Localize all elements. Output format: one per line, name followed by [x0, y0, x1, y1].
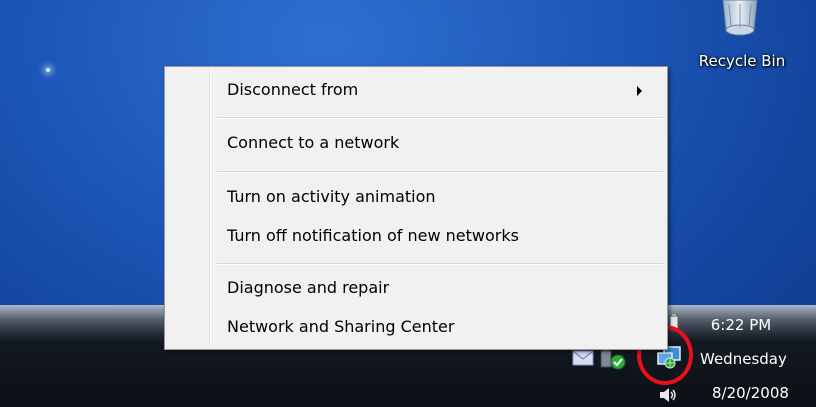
menu-separator	[217, 263, 663, 265]
menu-item-turn-on-activity-animation[interactable]: Turn on activity animation	[168, 182, 664, 212]
wallpaper-sparkle	[46, 68, 50, 72]
menu-item-turn-off-notification[interactable]: Turn off notification of new networks	[168, 221, 664, 251]
desktop: Recycle Bin 6:22 PM Wednesday 8/20/2008 …	[0, 0, 816, 407]
menu-item-label: Turn on activity animation	[227, 187, 436, 206]
menu-separator	[217, 171, 663, 173]
clock-day[interactable]: Wednesday	[700, 350, 787, 368]
menu-item-label: Disconnect from	[227, 80, 359, 99]
menu-item-disconnect-from[interactable]: Disconnect from	[168, 75, 664, 105]
menu-item-label: Diagnose and repair	[227, 278, 390, 297]
menu-separator	[217, 117, 663, 119]
recycle-bin-icon[interactable]	[717, 0, 763, 40]
volume-icon[interactable]	[658, 386, 678, 404]
submenu-arrow-icon	[637, 86, 642, 96]
menu-item-connect-to-network[interactable]: Connect to a network	[168, 128, 664, 158]
clock-date[interactable]: 8/20/2008	[712, 384, 789, 402]
mail-icon[interactable]	[572, 350, 594, 366]
network-context-menu: Disconnect from Connect to a network Tur…	[164, 66, 668, 350]
menu-item-diagnose-and-repair[interactable]: Diagnose and repair	[168, 273, 664, 303]
menu-item-label: Network and Sharing Center	[227, 317, 455, 336]
menu-item-network-and-sharing-center[interactable]: Network and Sharing Center	[168, 312, 664, 342]
recycle-bin-label[interactable]: Recycle Bin	[680, 52, 804, 70]
menu-item-label: Turn off notification of new networks	[227, 226, 519, 245]
menu-item-label: Connect to a network	[227, 133, 400, 152]
windows-defender-icon[interactable]	[598, 348, 626, 370]
clock-time[interactable]: 6:22 PM	[686, 316, 796, 334]
